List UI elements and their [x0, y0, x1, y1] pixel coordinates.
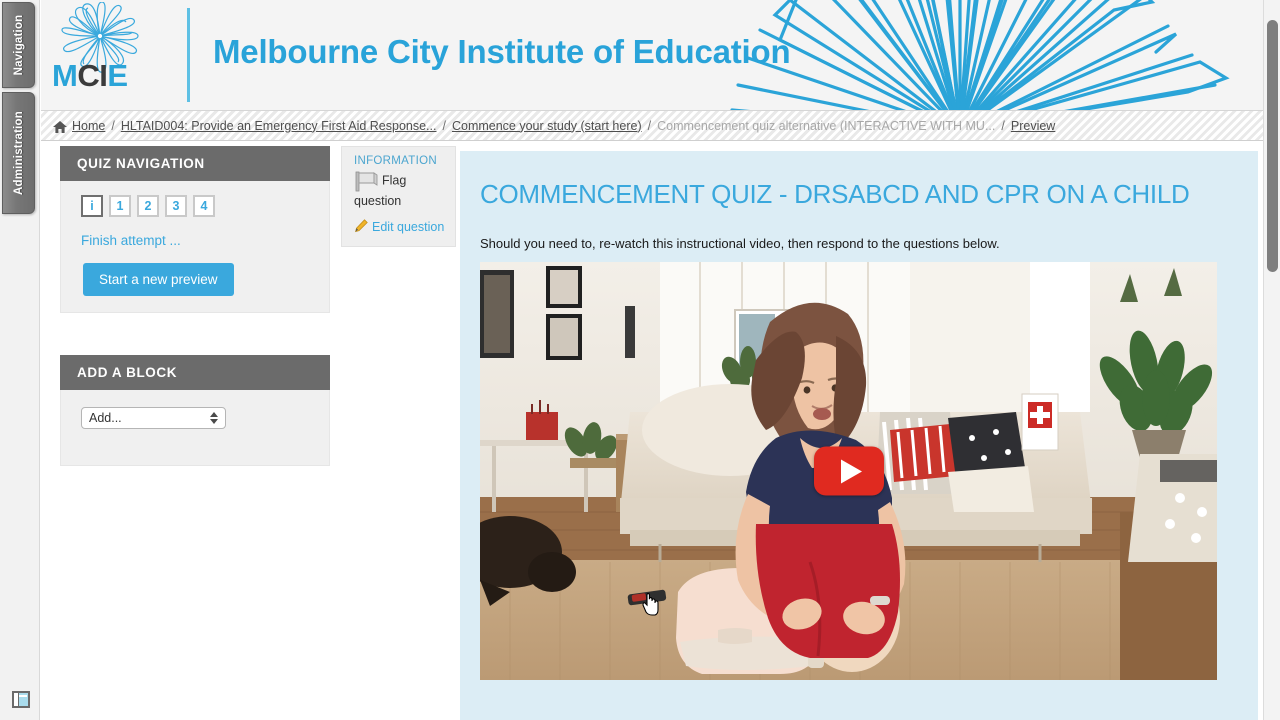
breadcrumb-separator: /: [1001, 118, 1005, 133]
mcie-wordmark: MCIE: [52, 60, 152, 91]
add-block-select-value: Add...: [89, 411, 122, 425]
home-icon: [53, 120, 67, 133]
dock-tab-administration[interactable]: Administration: [2, 92, 35, 214]
breadcrumb-separator: /: [647, 118, 652, 133]
flag-question-control[interactable]: Flag question: [354, 170, 455, 210]
left-dock: Navigation Administration: [0, 0, 40, 720]
logo-letter-e: E: [107, 58, 128, 93]
breadcrumb-item-quiz: Commencement quiz alternative (INTERACTI…: [657, 118, 996, 133]
add-a-block-block: ADD A BLOCK Add...: [60, 355, 330, 466]
page-scrollbar-thumb[interactable]: [1267, 20, 1278, 272]
question-intro-text: Should you need to, re-watch this instru…: [480, 236, 1000, 251]
page-scrollbar[interactable]: [1263, 0, 1280, 720]
page-body: MCIE Melbourne City Institute of Educati…: [41, 0, 1280, 720]
edit-question-control[interactable]: Edit question: [354, 219, 455, 234]
logo-letter-m: M: [52, 58, 78, 93]
start-new-preview-button[interactable]: Start a new preview: [83, 263, 234, 296]
add-a-block-heading: ADD A BLOCK: [60, 355, 330, 390]
question-panel: COMMENCEMENT QUIZ - DRSABCD AND CPR ON A…: [460, 151, 1258, 720]
mcie-logo[interactable]: MCIE: [52, 2, 152, 102]
quiz-page-button-3[interactable]: 3: [165, 195, 187, 217]
quiz-page-button-info[interactable]: i: [81, 195, 103, 217]
add-block-select[interactable]: Add...: [81, 407, 226, 429]
finish-attempt-link[interactable]: Finish attempt ...: [61, 217, 329, 248]
breadcrumb-item-preview[interactable]: Preview: [1011, 119, 1055, 133]
question-info-box: INFORMATION Flag question Edit question: [341, 146, 456, 248]
quiz-page-buttons: i 1 2 3 4: [61, 195, 329, 217]
flag-icon: [355, 171, 378, 192]
breadcrumb-home-link[interactable]: Home: [72, 119, 105, 133]
question-title: COMMENCEMENT QUIZ - DRSABCD AND CPR ON A…: [480, 179, 1190, 209]
edit-question-label[interactable]: Edit question: [372, 220, 444, 234]
quiz-navigation-block: QUIZ NAVIGATION i 1 2 3 4 Finish attempt…: [60, 146, 330, 313]
quiz-page-button-2[interactable]: 2: [137, 195, 159, 217]
instructional-video-player[interactable]: [480, 262, 1217, 680]
pencil-icon: [355, 219, 368, 233]
quiz-page-button-1[interactable]: 1: [109, 195, 131, 217]
dock-tab-navigation-label: Navigation: [12, 14, 25, 76]
youtube-play-icon[interactable]: [813, 446, 884, 496]
chevron-updown-icon: [210, 412, 218, 424]
quiz-navigation-heading: QUIZ NAVIGATION: [60, 146, 330, 181]
site-title: Melbourne City Institute of Education: [213, 33, 791, 70]
info-box-title: INFORMATION: [354, 155, 437, 167]
breadcrumb-separator: /: [442, 118, 446, 133]
breadcrumb: Home / HLTAID004: Provide an Emergency F…: [41, 110, 1280, 141]
moodle-quiz-preview-page: Navigation Administration MCIE Melbourne…: [0, 0, 1280, 720]
logo-letters-ci: CI: [77, 58, 108, 93]
left-column: QUIZ NAVIGATION i 1 2 3 4 Finish attempt…: [60, 146, 330, 466]
dock-tab-administration-label: Administration: [12, 111, 25, 195]
breadcrumb-item-course[interactable]: HLTAID004: Provide an Emergency First Ai…: [121, 119, 437, 133]
quiz-navigation-body: i 1 2 3 4 Finish attempt ... Start a new…: [60, 181, 330, 313]
logo-divider: [187, 8, 190, 102]
breadcrumb-separator: /: [111, 118, 115, 133]
quiz-page-button-4[interactable]: 4: [193, 195, 215, 217]
main-region: QUIZ NAVIGATION i 1 2 3 4 Finish attempt…: [41, 141, 1280, 720]
layout-toggle-icon[interactable]: [12, 691, 30, 708]
dock-tab-navigation[interactable]: Navigation: [2, 2, 35, 88]
add-a-block-body: Add...: [60, 390, 330, 466]
breadcrumb-item-section[interactable]: Commence your study (start here): [452, 119, 642, 133]
site-header: MCIE Melbourne City Institute of Educati…: [41, 0, 1280, 110]
